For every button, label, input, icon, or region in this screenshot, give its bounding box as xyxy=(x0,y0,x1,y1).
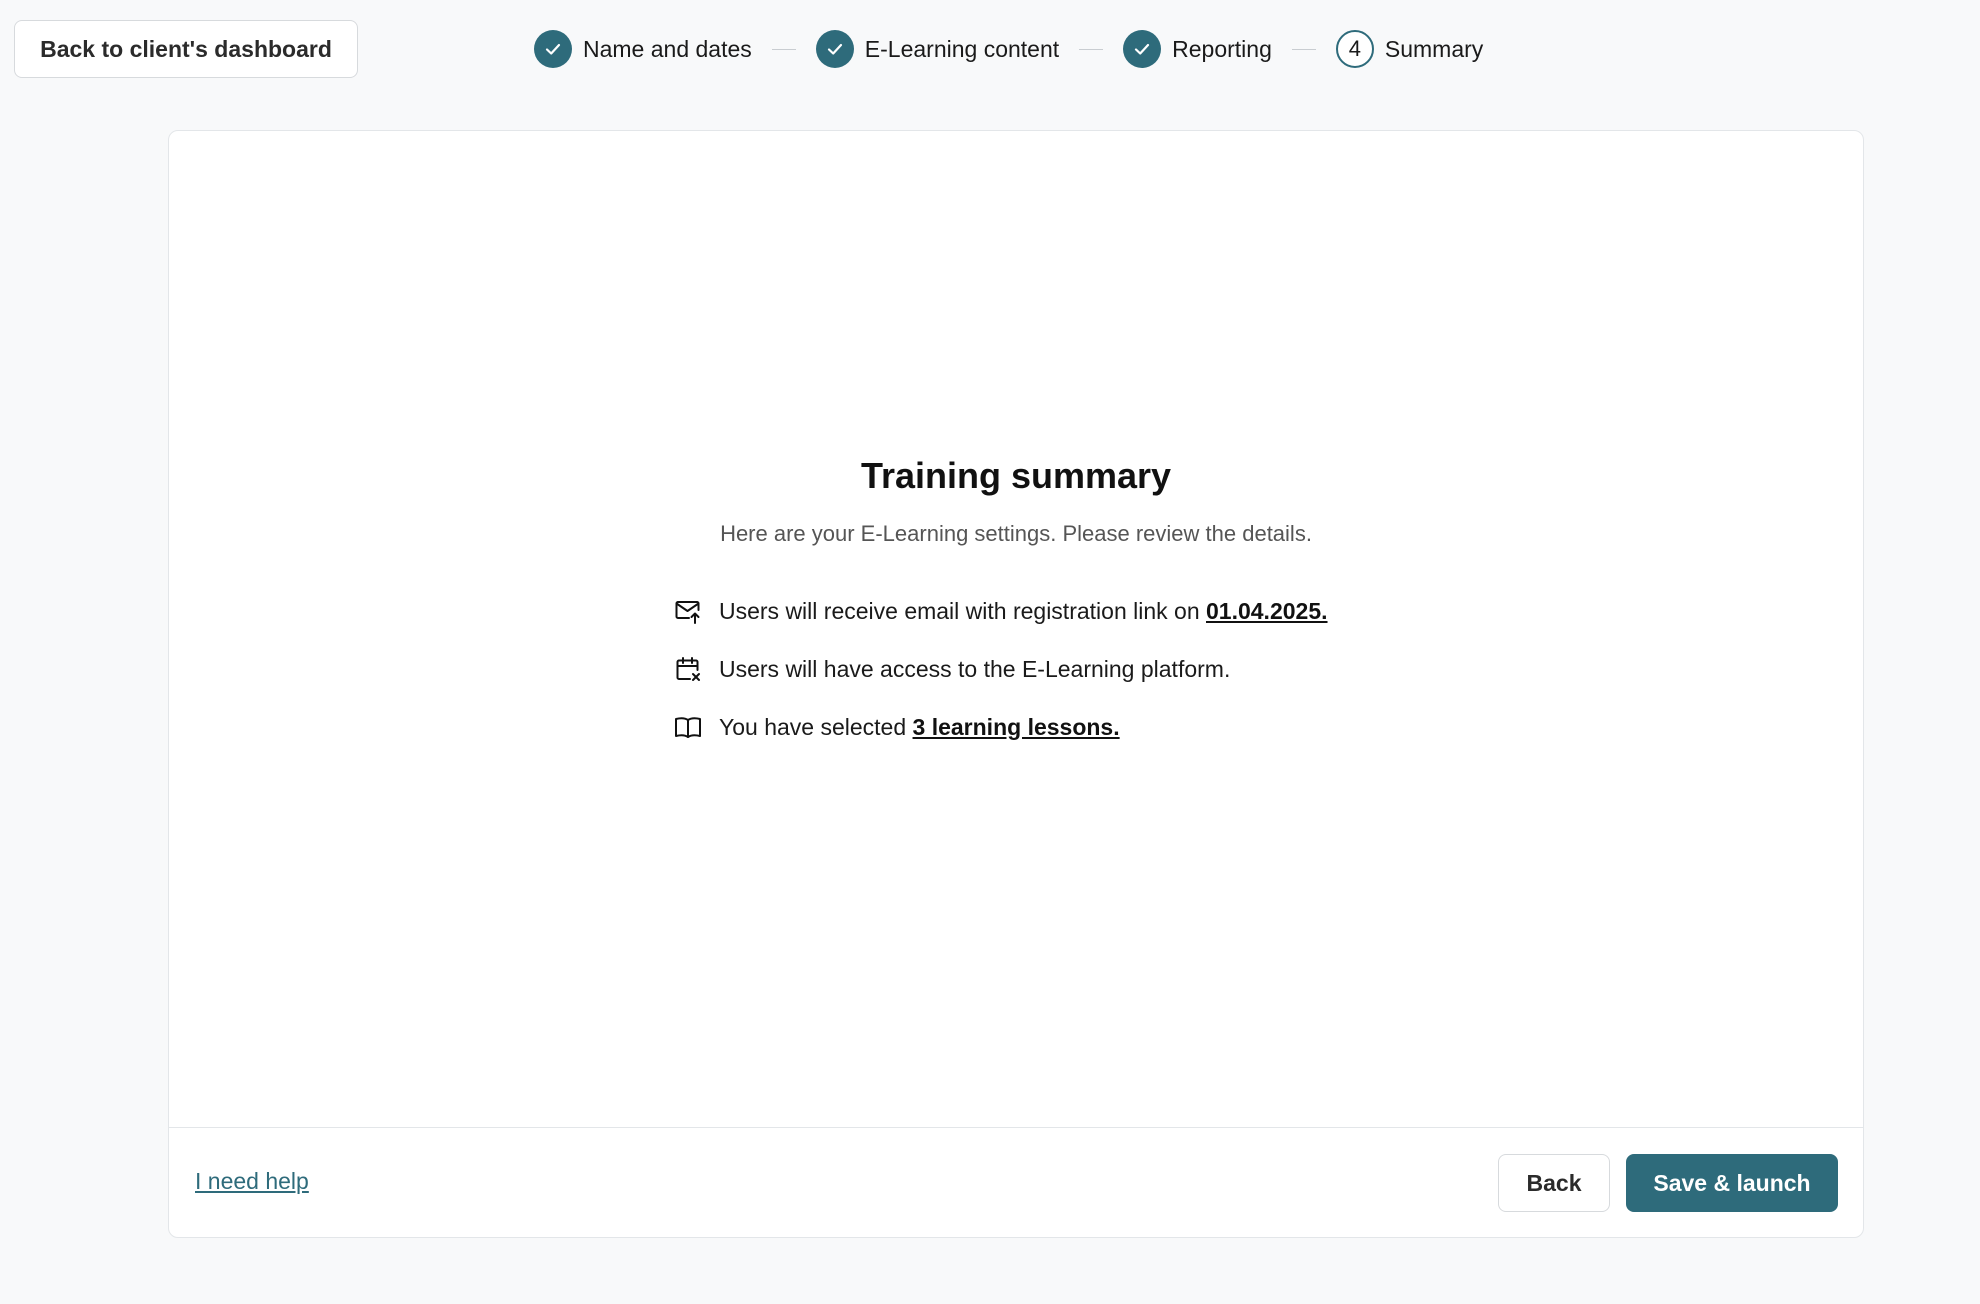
summary-card: Training summary Here are your E-Learnin… xyxy=(168,130,1864,1238)
check-icon xyxy=(1123,30,1162,68)
step-name-and-dates[interactable]: Name and dates xyxy=(534,30,752,68)
back-to-dashboard-button[interactable]: Back to client's dashboard xyxy=(14,20,358,78)
stepper: Name and dates E-Learning content Report… xyxy=(534,29,1483,69)
list-item: Users will have access to the E-Learning… xyxy=(673,649,1328,689)
card-footer: I need help Back Save & launch xyxy=(169,1127,1863,1237)
list-item: You have selected 3 learning lessons. xyxy=(673,707,1328,747)
item-text: Users will have access to the E-Learning… xyxy=(719,655,1231,682)
step-e-learning-content[interactable]: E-Learning content xyxy=(815,30,1060,68)
mail-upload-icon xyxy=(673,596,703,626)
step-number: 4 xyxy=(1335,30,1374,68)
step-separator xyxy=(1291,48,1316,50)
step-reporting[interactable]: Reporting xyxy=(1123,30,1272,68)
help-link[interactable]: I need help xyxy=(195,1168,309,1195)
learning-lessons-link[interactable]: 3 learning lessons. xyxy=(913,714,1120,740)
step-summary[interactable]: 4 Summary xyxy=(1335,30,1484,68)
item-text: Users will receive email with registrati… xyxy=(719,597,1328,624)
back-button[interactable]: Back xyxy=(1498,1154,1610,1212)
step-separator xyxy=(1079,48,1104,50)
step-separator xyxy=(771,48,796,50)
step-label: Reporting xyxy=(1172,35,1272,62)
item-text: You have selected 3 learning lessons. xyxy=(719,713,1120,740)
check-icon xyxy=(815,30,854,68)
check-icon xyxy=(534,30,572,68)
step-label: Name and dates xyxy=(583,35,752,62)
page-title: Training summary xyxy=(860,455,1172,496)
summary-content: Training summary Here are your E-Learnin… xyxy=(169,131,1863,1127)
top-bar: Back to client's dashboard Name and date… xyxy=(0,0,1980,100)
step-label: E-Learning content xyxy=(864,35,1060,62)
step-label: Summary xyxy=(1384,35,1484,62)
registration-date-link[interactable]: 01.04.2025. xyxy=(1206,598,1328,624)
calendar-x-icon xyxy=(673,654,703,684)
open-book-icon xyxy=(673,712,703,742)
summary-list: Users will receive email with registrati… xyxy=(673,591,1328,765)
list-item: Users will receive email with registrati… xyxy=(673,591,1328,631)
page-subtitle: Here are your E-Learning settings. Pleas… xyxy=(720,521,1312,546)
save-launch-button[interactable]: Save & launch xyxy=(1626,1154,1838,1212)
